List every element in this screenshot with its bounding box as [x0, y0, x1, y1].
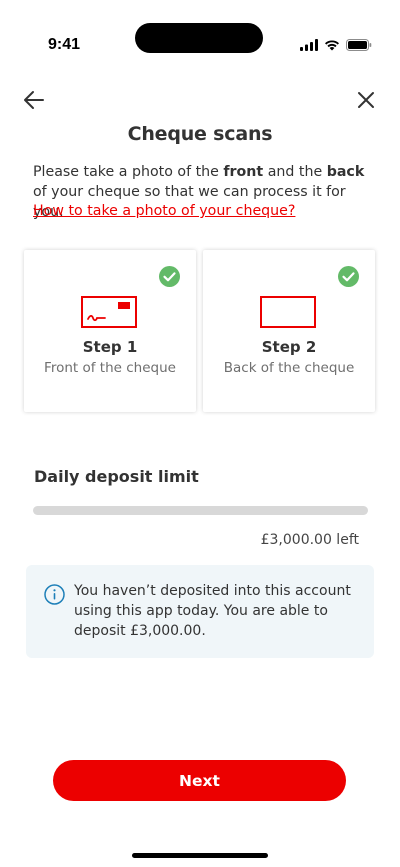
intro-part-2: and the	[263, 164, 327, 180]
step-2-title: Step 2	[261, 338, 317, 356]
deposit-limit-title: Daily deposit limit	[34, 467, 199, 486]
info-banner: You haven’t deposited into this account …	[26, 565, 374, 658]
status-time: 9:41	[48, 36, 81, 53]
arrow-left-icon	[24, 91, 44, 109]
info-icon	[44, 584, 65, 605]
next-button[interactable]: Next	[53, 760, 346, 801]
battery-icon	[346, 39, 372, 51]
close-button[interactable]	[352, 86, 380, 114]
wifi-icon	[325, 40, 339, 51]
check-circle-icon	[159, 266, 180, 287]
help-link[interactable]: How to take a photo of your cheque?	[33, 201, 295, 221]
step-2-card[interactable]: Step 2 Back of the cheque	[203, 250, 375, 412]
check-circle-icon	[338, 266, 359, 287]
cheque-scans-screen: 9:41 Cheque scans Please take a photo of…	[0, 0, 400, 867]
step-1-subtitle: Front of the cheque	[44, 360, 176, 376]
signal-icon	[300, 39, 318, 51]
step-1-card[interactable]: Step 1 Front of the cheque	[24, 250, 196, 412]
status-icons	[300, 39, 372, 51]
status-bar: 9:41	[0, 0, 400, 60]
back-button[interactable]	[20, 86, 48, 114]
close-icon	[358, 92, 374, 108]
cheque-back-icon	[260, 296, 316, 328]
intro-front: front	[223, 164, 264, 180]
intro-back: back	[326, 164, 365, 180]
step-2-subtitle: Back of the cheque	[223, 360, 355, 376]
dynamic-island	[135, 23, 263, 53]
info-message: You haven’t deposited into this account …	[74, 583, 351, 639]
cheque-front-icon	[81, 296, 137, 328]
deposit-limit-remaining: £3,000.00 left	[260, 532, 359, 548]
page-title: Cheque scans	[127, 123, 273, 145]
step-1-title: Step 1	[82, 338, 138, 356]
home-indicator	[132, 853, 268, 858]
deposit-limit-progress	[33, 506, 368, 515]
intro-part-1: Please take a photo of the	[33, 164, 224, 180]
